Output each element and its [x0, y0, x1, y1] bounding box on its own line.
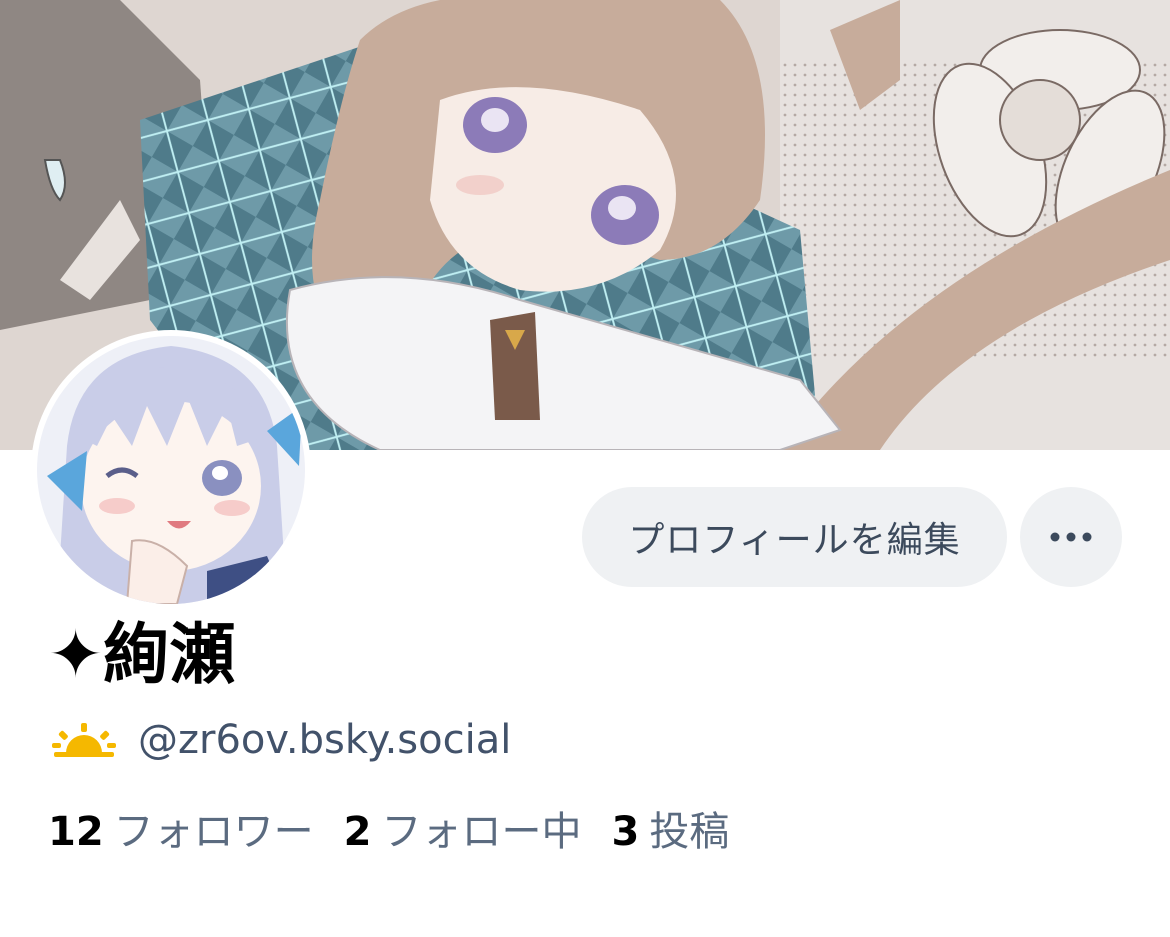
display-name: ✦絢瀬: [48, 616, 236, 693]
following-stat[interactable]: 2 フォロー中: [344, 799, 582, 857]
followers-count: 12: [48, 809, 104, 855]
more-options-button[interactable]: [1020, 487, 1122, 587]
posts-count: 3: [611, 809, 640, 855]
avatar[interactable]: [31, 330, 311, 610]
following-count: 2: [343, 809, 372, 855]
posts-label: 投稿: [649, 809, 730, 855]
edit-profile-button[interactable]: プロフィールを編集: [582, 487, 1007, 587]
following-label: フォロー中: [381, 809, 582, 855]
followers-stat[interactable]: 12 フォロワー: [48, 799, 314, 857]
ellipsis-icon: [1050, 532, 1092, 542]
handle[interactable]: @zr6ov.bsky.social: [138, 717, 511, 763]
avatar-image: [37, 336, 305, 604]
profile-stats: 12 フォロワー 2 フォロー中 3 投稿: [48, 800, 759, 856]
followers-label: フォロワー: [113, 809, 314, 855]
handle-row: @zr6ov.bsky.social: [52, 710, 511, 770]
posts-stat: 3 投稿: [612, 799, 730, 857]
sunrise-icon: [52, 723, 116, 757]
